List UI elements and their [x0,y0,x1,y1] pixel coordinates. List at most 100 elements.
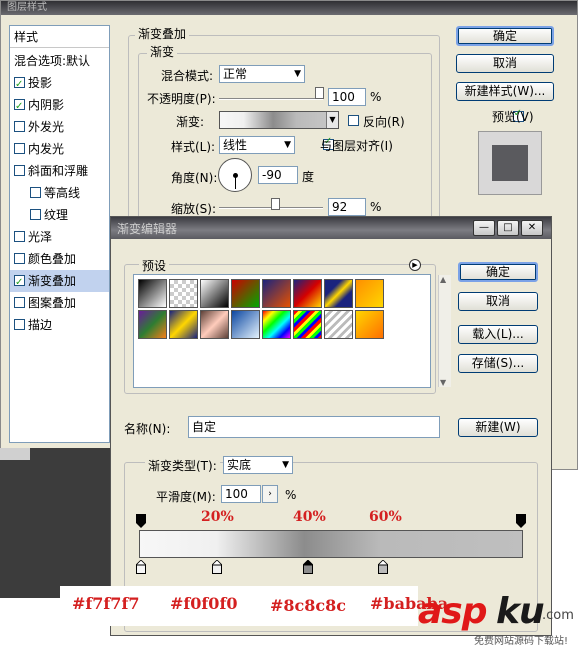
color-stop[interactable] [136,560,146,574]
style-item-inner-shadow[interactable]: 内阴影 [10,94,109,118]
drop-shadow-checkbox[interactable] [14,74,25,96]
stroke-checkbox[interactable] [14,319,25,330]
color-stop[interactable] [378,560,388,574]
satin-checkbox[interactable] [14,231,25,242]
pattern-overlay-checkbox[interactable] [14,297,25,308]
preset-swatch[interactable] [324,310,353,339]
preset-swatch[interactable] [169,279,198,308]
scale-label: 缩放(S): [171,202,217,216]
gradient-picker[interactable]: ▼ [219,111,339,129]
new-gradient-button[interactable]: 新建(W) [458,418,538,437]
preset-swatch[interactable] [138,310,167,339]
presets-label: 预设 [139,257,170,274]
preset-swatch[interactable] [138,279,167,308]
load-button[interactable]: 载入(L)... [458,325,538,344]
style-item-gradient-overlay[interactable]: 渐变叠加 [10,270,109,294]
preset-swatch[interactable] [293,279,322,308]
color-stop[interactable] [303,560,313,574]
angle-input[interactable]: -90 [258,166,298,184]
gradient-overlay-checkbox[interactable] [14,272,25,294]
contour-checkbox[interactable] [30,187,41,198]
style-item-blending-options[interactable]: 混合选项:默认 [10,50,109,72]
preset-swatch[interactable] [262,279,291,308]
texture-checkbox[interactable] [30,209,41,220]
style-item-satin[interactable]: 光泽 [10,226,109,248]
chevron-down-icon[interactable]: ▼ [326,112,338,128]
gradient-group-title: 渐变 [147,43,178,60]
preset-swatch[interactable] [324,279,353,308]
preset-swatch[interactable] [231,310,260,339]
preset-swatch[interactable] [293,310,322,339]
new-style-button[interactable]: 新建样式(W)... [456,82,554,101]
style-item-bevel-emboss[interactable]: 斜面和浮雕 [10,160,109,182]
style-item-color-overlay[interactable]: 颜色叠加 [10,248,109,270]
outer-glow-checkbox[interactable] [14,121,25,132]
gradient-type-select[interactable]: 实底 ▼ [223,456,293,474]
scale-unit: % [370,200,382,214]
close-icon[interactable]: ✕ [521,220,543,236]
gradient-ok-button[interactable]: 确定 [458,262,538,282]
style-item-stroke[interactable]: 描边 [10,314,109,336]
style-item-texture[interactable]: 纹理 [10,204,109,226]
opacity-stop-right[interactable] [516,514,526,528]
style-item-outer-glow[interactable]: 外发光 [10,116,109,138]
gradient-editor-titlebar: 渐变编辑器 — □ ✕ [111,217,551,239]
opacity-slider-track[interactable] [219,98,323,100]
styles-header-label: 样式 [14,30,39,44]
inner-glow-checkbox[interactable] [14,143,25,154]
style-item-label: 等高线 [44,186,81,200]
inner-shadow-checkbox[interactable] [14,96,25,118]
style-item-contour[interactable]: 等高线 [10,182,109,204]
scale-input[interactable]: 92 [328,198,366,216]
opacity-stop-left[interactable] [136,514,146,528]
smoothness-input[interactable]: 100 [221,485,261,503]
preset-swatch[interactable] [355,279,384,308]
name-input[interactable]: 自定 [188,416,440,438]
scroll-up-icon[interactable]: ▲ [440,275,446,284]
style-item-inner-glow[interactable]: 内发光 [10,138,109,160]
layer-style-cancel-button[interactable]: 取消 [456,54,554,73]
preset-swatch[interactable] [262,310,291,339]
scroll-down-icon[interactable]: ▼ [440,378,446,387]
smoothness-dropdown-icon[interactable]: › [262,485,278,503]
name-label: 名称(N): [124,422,171,436]
style-item-label: 斜面和浮雕 [28,164,89,178]
blend-mode-select[interactable]: 正常 ▼ [219,65,305,83]
opacity-slider-thumb[interactable] [315,87,324,99]
gradient-preview-bar[interactable] [139,530,523,558]
scale-slider-thumb[interactable] [271,198,280,210]
preset-swatch[interactable] [200,310,229,339]
angle-unit: 度 [302,170,315,184]
preset-swatch[interactable] [200,279,229,308]
opacity-unit: % [370,90,382,104]
save-button[interactable]: 存储(S)... [458,354,538,373]
color-stop[interactable] [212,560,222,574]
blend-mode-value: 正常 [223,67,248,81]
style-item-pattern-overlay[interactable]: 图案叠加 [10,292,109,314]
bevel-emboss-checkbox[interactable] [14,165,25,176]
maximize-icon[interactable]: □ [497,220,519,236]
style-item-label: 内发光 [28,142,65,156]
gradient-type-value: 实底 [227,458,252,472]
gradient-cancel-button[interactable]: 取消 [458,292,538,311]
style-item-label: 内阴影 [28,98,65,112]
smoothness-label: 平滑度(M): [156,490,216,504]
minimize-icon[interactable]: — [473,220,495,236]
color-overlay-checkbox[interactable] [14,253,25,264]
preset-swatch[interactable] [231,279,260,308]
reverse-checkbox[interactable] [348,115,359,126]
presets-menu-icon[interactable]: ▶ [409,259,421,271]
style-value: 线性 [223,138,248,152]
presets-swatch-area: ▲ ▼ [133,274,451,388]
presets-scrollbar[interactable]: ▲ ▼ [438,275,451,387]
watermark-brand-2: ku [496,591,545,632]
opacity-input[interactable]: 100 [328,88,366,106]
preset-swatch[interactable] [355,310,384,339]
preset-swatch[interactable] [169,310,198,339]
style-item-drop-shadow[interactable]: 投影 [10,72,109,96]
styles-list-header[interactable]: 样式 [10,26,109,48]
layer-style-ok-button[interactable]: 确定 [456,26,554,46]
style-select[interactable]: 线性 ▼ [219,136,295,154]
gradient-editor-title: 渐变编辑器 [117,222,178,236]
angle-dial[interactable] [218,158,252,192]
